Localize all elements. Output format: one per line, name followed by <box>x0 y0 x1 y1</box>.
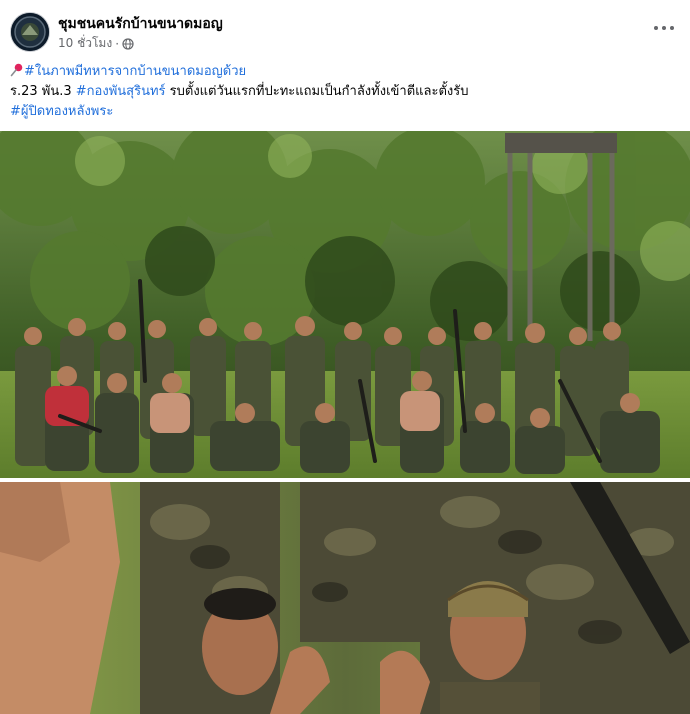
pushpin-icon <box>10 63 23 77</box>
hashtag-link[interactable]: #ในภาพมีทหารจากบ้านขนาดมอญด้วย <box>24 64 246 79</box>
post-text-segment: รบตั้งแต่วันแรกที่ปะทะแถมเป็นกำลังทั้งเข… <box>165 84 469 99</box>
page-avatar[interactable] <box>10 12 50 52</box>
post-text-segment: ร.23 พัน.3 <box>10 84 76 99</box>
page-name[interactable]: ชุมชนคนรักบ้านขนาดมอญ <box>58 13 223 35</box>
post-text: #ในภาพมีทหารจากบ้านขนาดมอญด้วย ร.23 พัน.… <box>10 62 680 122</box>
post-line-1: #ในภาพมีทหารจากบ้านขนาดมอญด้วย <box>10 62 680 82</box>
hashtag-link[interactable]: #กองพันสุรินทร์ <box>76 84 166 99</box>
closeup-photo[interactable] <box>0 482 690 714</box>
more-options-icon[interactable] <box>652 18 676 38</box>
post-header: ชุมชนคนรักบ้านขนาดมอญ 10 ชั่วโมง · <box>0 0 690 58</box>
post-meta: 10 ชั่วโมง · <box>58 34 134 53</box>
post-line-3: #ผู้ปิดทองหลังพระ <box>10 102 680 122</box>
group-photo[interactable] <box>0 131 690 478</box>
post-line-2: ร.23 พัน.3 #กองพันสุรินทร์ รบตั้งแต่วันแ… <box>10 82 680 102</box>
post-time[interactable]: 10 ชั่วโมง <box>58 34 112 53</box>
hashtag-link[interactable]: #ผู้ปิดทองหลังพระ <box>10 104 113 119</box>
meta-separator: · <box>115 36 120 51</box>
globe-icon <box>122 37 134 50</box>
